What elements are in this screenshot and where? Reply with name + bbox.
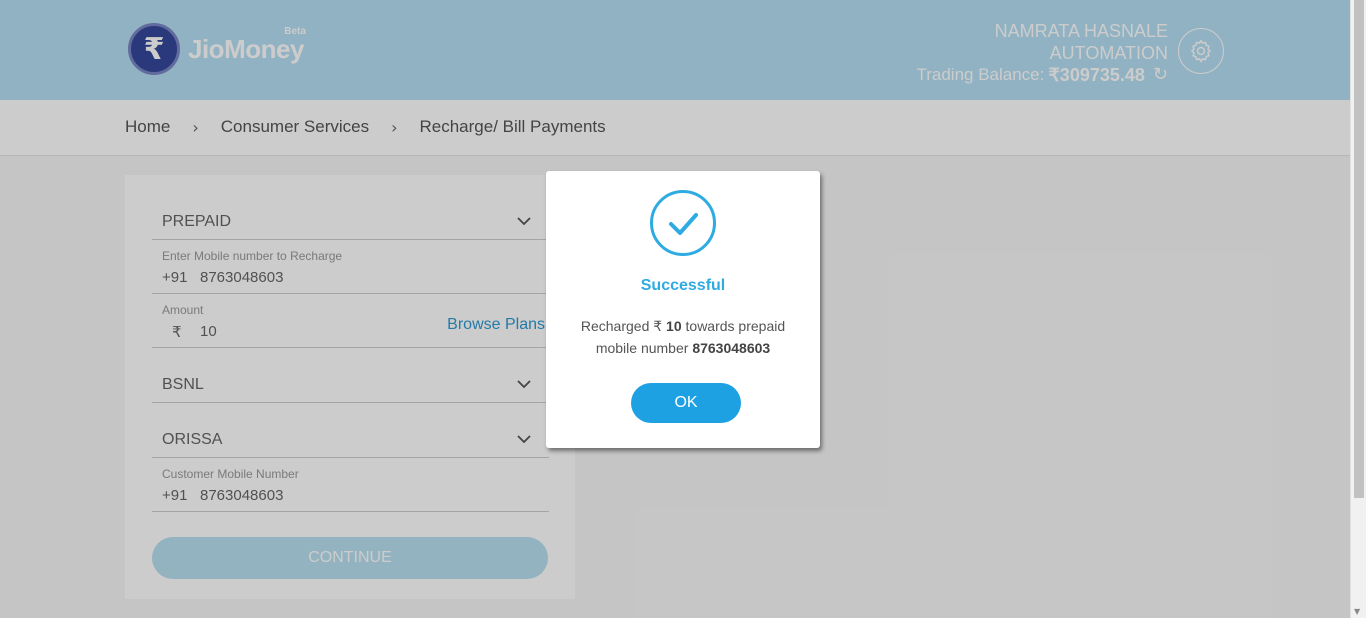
message-text-3: mobile number: [595, 340, 693, 356]
page-scrollbar[interactable]: ▼: [1350, 0, 1366, 618]
scroll-down-arrow-icon[interactable]: ▼: [1354, 607, 1360, 616]
dialog-message: Recharged ₹ 10 towards prepaid mobile nu…: [546, 315, 820, 359]
recharged-mobile: 8763048603: [692, 340, 771, 356]
message-text-2: towards prepaid: [681, 318, 786, 334]
ok-button[interactable]: OK: [631, 383, 741, 423]
success-dialog: Successful Recharged ₹ 10 towards prepai…: [546, 171, 820, 448]
message-text-1: Recharged ₹: [580, 318, 667, 334]
recharged-amount: 10: [666, 318, 682, 334]
success-check-icon: [650, 190, 716, 256]
scrollbar-thumb[interactable]: [1354, 0, 1364, 498]
checkmark-icon: [669, 213, 698, 235]
dialog-title: Successful: [640, 277, 726, 294]
